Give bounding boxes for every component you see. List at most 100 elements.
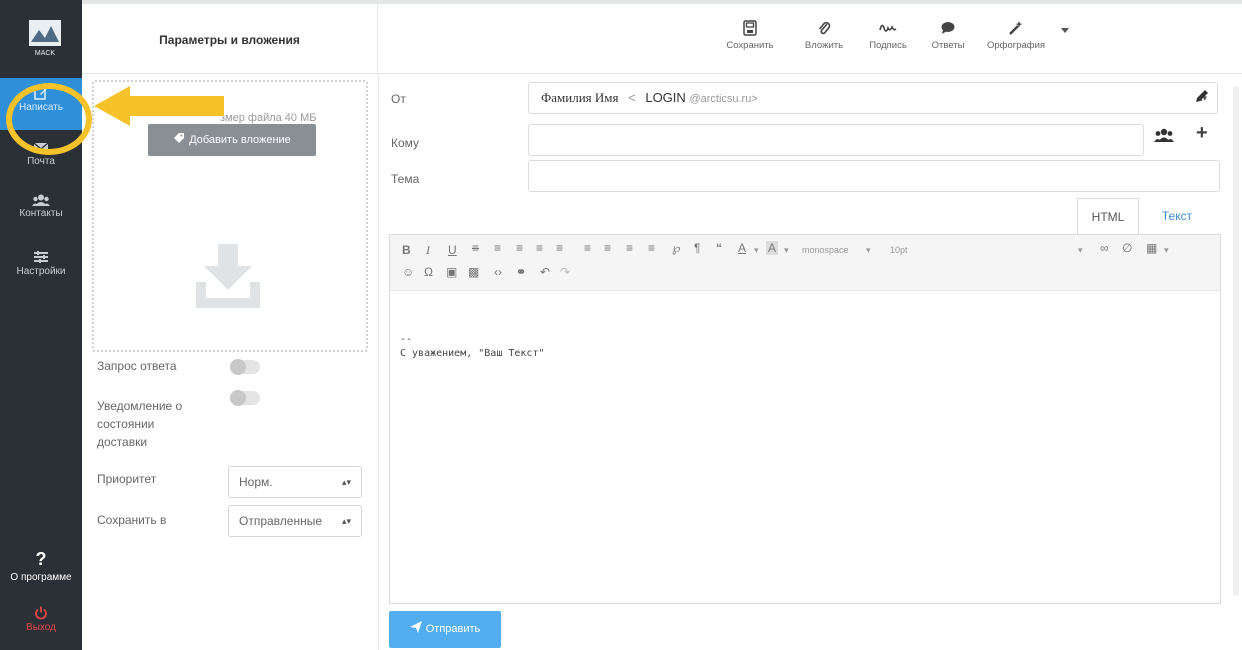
caret-down-icon (1058, 28, 1072, 34)
text-color-icon[interactable]: A (738, 241, 746, 255)
tab-html[interactable]: HTML (1077, 198, 1139, 234)
clear-format-icon[interactable]: ℘ (672, 241, 680, 255)
media-icon[interactable]: ▩ (468, 265, 479, 279)
send-label: Отправить (425, 623, 481, 635)
editor-toolbar: B I U ≡ ≡ ≡ ≡ ≡ ≡ ≡ ≡ ≡ ℘ ¶ “ A ▾ A ▾ mo… (390, 235, 1220, 291)
to-input[interactable] (528, 124, 1144, 156)
nav-settings[interactable]: Настройки (0, 246, 82, 277)
signature-text: С уважением, "Ваш Текст" (400, 348, 545, 359)
max-file-size-text: змер файла 40 МБ (220, 112, 317, 124)
signature-label: Подпись (869, 40, 907, 51)
contacts-icon (0, 194, 82, 206)
toolbar-more-dropdown[interactable] (1058, 28, 1072, 38)
indent-icon[interactable]: ≡ (648, 241, 655, 255)
from-label: От (391, 92, 406, 106)
quote-icon[interactable]: “ (716, 241, 722, 255)
read-receipt-label: Запрос ответа (97, 359, 177, 373)
subject-input[interactable] (528, 160, 1220, 192)
send-icon (409, 621, 426, 635)
select-caret-icon: ▴▾ (341, 516, 351, 526)
pencil-icon[interactable] (1194, 88, 1210, 107)
header-bar: Параметры и вложения Сохранить Вложить П… (82, 0, 1242, 74)
from-name: Фамилия Имя (541, 90, 619, 105)
signature-icon (866, 20, 910, 36)
nav-mail-label: Почта (27, 156, 55, 167)
attach-label: Вложить (804, 40, 844, 51)
table-icon[interactable]: ▦ (1146, 241, 1157, 255)
settings-icon (0, 250, 82, 264)
scrollbar-thumb[interactable] (1233, 86, 1239, 596)
link-icon[interactable]: ∞ (1100, 241, 1109, 255)
nav-contacts[interactable]: Контакты (0, 190, 82, 219)
find-replace-icon[interactable]: ⚭ (516, 265, 526, 279)
send-button[interactable]: Отправить (389, 611, 501, 648)
font-family-select[interactable]: monospace (802, 245, 849, 255)
nav-logout[interactable]: Выход (0, 606, 82, 633)
delivery-status-label-line3: доставки (97, 435, 148, 449)
signature-button[interactable]: Подпись (866, 20, 910, 51)
paperclip-icon (802, 20, 846, 36)
add-recipient-icon[interactable]: + (1196, 122, 1208, 145)
priority-select[interactable]: Норм. ▴▾ (228, 466, 362, 498)
replies-label: Ответы (931, 40, 965, 51)
background-color-caret-icon[interactable]: ▾ (784, 245, 789, 256)
nav-about[interactable]: ? О программе (0, 548, 82, 583)
paragraph-icon[interactable]: ¶ (694, 241, 700, 255)
spelling-button[interactable]: Орфография (984, 20, 1048, 51)
align-center-icon[interactable]: ≡ (516, 241, 523, 255)
magic-wand-icon (984, 20, 1048, 36)
numbered-list-icon[interactable]: ≡ (604, 241, 611, 255)
panel-divider (378, 74, 379, 650)
from-angle-bracket: < (628, 90, 636, 105)
table-caret-icon[interactable]: ▾ (1164, 245, 1169, 256)
outdent-icon[interactable]: ≡ (626, 241, 633, 255)
priority-label: Приоритет (97, 472, 157, 486)
bold-icon[interactable]: B (402, 243, 411, 257)
tab-text[interactable]: Текст (1148, 198, 1206, 234)
redo-icon[interactable]: ↷ (560, 265, 570, 279)
save-button[interactable]: Сохранить (720, 20, 780, 51)
panel-title: Параметры и вложения (82, 0, 378, 74)
priority-value: Норм. (239, 475, 273, 489)
delivery-status-toggle[interactable] (230, 390, 260, 406)
nav-about-label: О программе (10, 572, 72, 583)
highlight-circle (6, 83, 92, 155)
app-logo: MACK (27, 18, 63, 58)
unlink-icon[interactable]: ∅ (1122, 241, 1132, 255)
italic-icon[interactable]: I (426, 243, 430, 258)
replies-button[interactable]: Ответы (928, 20, 968, 51)
contacts-picker-icon[interactable] (1154, 128, 1174, 145)
subject-label: Тема (391, 172, 420, 186)
image-icon[interactable]: ▣ (446, 265, 457, 279)
undo-icon[interactable]: ↶ (540, 265, 550, 279)
attach-button[interactable]: Вложить (802, 20, 846, 51)
strikethrough-icon[interactable]: ≡ (472, 241, 479, 255)
from-select[interactable]: Фамилия Имя < LOGIN @arcticsu.ru> ▴▾ (528, 82, 1218, 114)
save-in-label: Сохранить в (97, 513, 167, 527)
delivery-status-label-line2: состоянии (97, 417, 155, 431)
nav-logout-label: Выход (26, 622, 56, 633)
editor-body[interactable]: -- С уважением, "Ваш Текст" (400, 333, 545, 361)
save-in-select[interactable]: Отправленные ▴▾ (228, 505, 362, 537)
background-color-icon[interactable]: A (766, 241, 779, 255)
underline-icon[interactable]: U (448, 243, 457, 257)
source-code-icon[interactable]: ‹› (494, 265, 502, 279)
text-color-caret-icon[interactable]: ▾ (754, 245, 759, 256)
align-right-icon[interactable]: ≡ (536, 241, 543, 255)
download-icon (194, 242, 262, 313)
font-size-select[interactable]: 10pt (890, 245, 908, 255)
emoji-icon[interactable]: ☺ (402, 265, 414, 279)
nav-contacts-label: Контакты (19, 208, 63, 219)
font-family-caret-icon: ▾ (866, 245, 871, 255)
speech-bubble-icon (928, 20, 968, 36)
bulleted-list-icon[interactable]: ≡ (584, 241, 591, 255)
nav-settings-label: Настройки (16, 266, 66, 277)
special-char-icon[interactable]: Ω (424, 265, 433, 279)
from-domain: @arcticsu.ru> (689, 93, 758, 105)
align-left-icon[interactable]: ≡ (494, 241, 501, 255)
read-receipt-toggle[interactable] (230, 359, 260, 375)
message-editor[interactable]: B I U ≡ ≡ ≡ ≡ ≡ ≡ ≡ ≡ ≡ ℘ ¶ “ A ▾ A ▾ mo… (389, 234, 1221, 604)
select-caret-icon: ▴▾ (341, 477, 351, 487)
to-label: Кому (391, 136, 420, 150)
align-justify-icon[interactable]: ≡ (556, 241, 563, 255)
